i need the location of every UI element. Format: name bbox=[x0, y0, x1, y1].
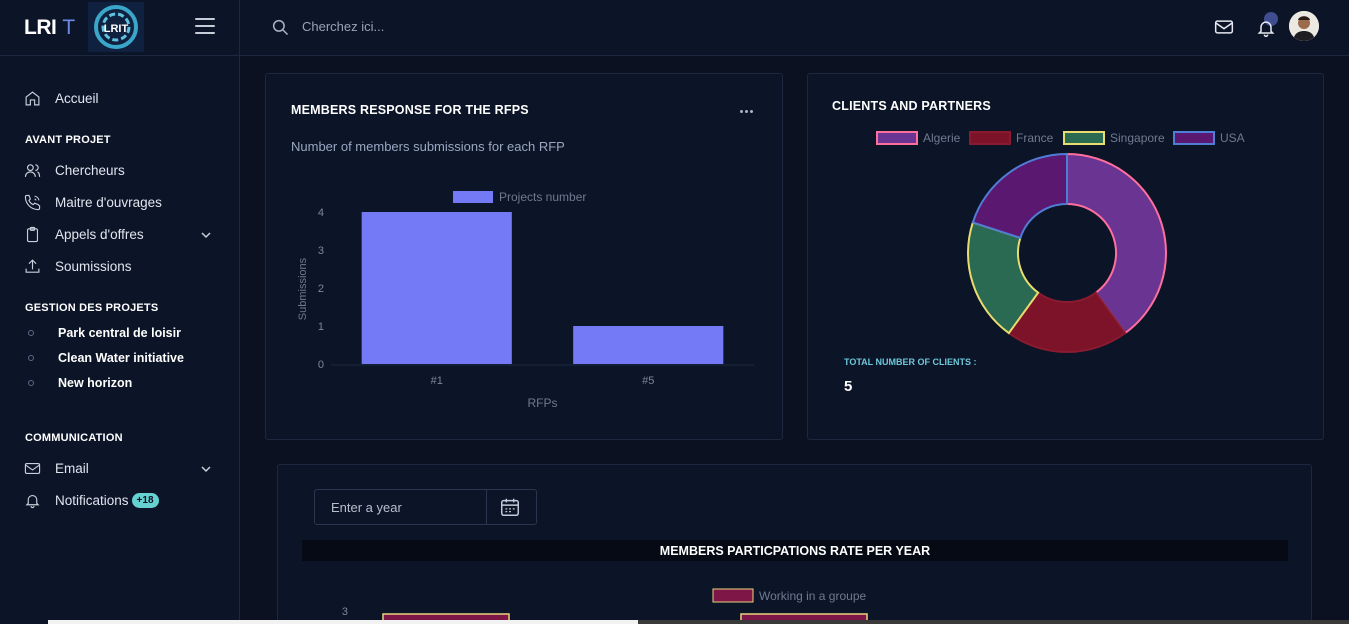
sidebar-item-email[interactable]: Email bbox=[24, 456, 89, 480]
menu-toggle-icon[interactable] bbox=[195, 18, 215, 34]
sidebar-project-item[interactable]: Park central de loisir bbox=[28, 323, 181, 343]
brand[interactable]: LRI T LRIT bbox=[0, 0, 239, 56]
brand-logo-text: LRIT bbox=[104, 23, 129, 35]
legend-swatch bbox=[876, 131, 918, 145]
avatar-image bbox=[1289, 11, 1319, 41]
year-picker bbox=[314, 489, 537, 525]
rfp-bar-chart: Projects number 0 1 2 3 4 Submissions #1 #5 RFPs bbox=[297, 190, 754, 410]
y-tick-label: 0 bbox=[318, 359, 324, 371]
x-axis-label: RFPs bbox=[528, 396, 558, 410]
project-label: Park central de loisir bbox=[58, 326, 181, 340]
brand-letter: T bbox=[62, 15, 76, 39]
horizontal-scrollbar[interactable] bbox=[48, 620, 1349, 624]
brand-logo-icon: LRIT bbox=[88, 2, 144, 52]
sidebar-project-item[interactable]: Clean Water initiative bbox=[28, 348, 184, 368]
sidebar-item-label: Email bbox=[55, 460, 89, 476]
category-avant-projet: AVANT PROJET bbox=[25, 134, 111, 146]
legend-label: Algerie bbox=[923, 131, 961, 145]
legend-label: Projects number bbox=[499, 190, 586, 204]
upload-icon bbox=[25, 258, 40, 273]
sidebar-item-notifications[interactable]: Notifications +18 bbox=[24, 488, 159, 512]
sidebar: LRI T LRIT Accueil AVANT PROJET Chercheu… bbox=[0, 0, 240, 624]
legend-label: USA bbox=[1220, 131, 1245, 145]
legend-label: Singapore bbox=[1110, 131, 1165, 145]
chevron-down-icon[interactable] bbox=[201, 464, 211, 474]
user-avatar[interactable] bbox=[1289, 11, 1319, 41]
clients-donut-chart: Algerie France Singapore USA bbox=[876, 131, 1245, 353]
sidebar-item-label: Notifications bbox=[55, 492, 129, 508]
sidebar-item-soumissions[interactable]: Soumissions bbox=[24, 254, 132, 278]
bell-icon bbox=[1257, 21, 1275, 38]
participation-bar-chart: Working in a groupe 3 bbox=[342, 588, 868, 624]
sidebar-item-label: Accueil bbox=[55, 90, 99, 106]
legend-swatch bbox=[1063, 131, 1105, 145]
mail-icon[interactable] bbox=[1214, 17, 1234, 37]
more-options-icon[interactable] bbox=[740, 100, 756, 113]
card-title: MEMBERS RESPONSE FOR THE RFPS bbox=[291, 103, 529, 117]
y-tick-label: 4 bbox=[318, 207, 324, 219]
search-input[interactable] bbox=[302, 13, 602, 39]
mail-icon bbox=[24, 462, 41, 474]
users-icon bbox=[24, 163, 41, 177]
sidebar-item-appels[interactable]: Appels d'offres bbox=[24, 222, 144, 246]
search-icon[interactable] bbox=[271, 18, 289, 36]
total-clients-label: TOTAL NUMBER OF CLIENTS : bbox=[844, 357, 977, 367]
clipboard-icon bbox=[26, 226, 39, 242]
card-title: CLIENTS AND PARTNERS bbox=[832, 99, 991, 113]
clients-partners-card: CLIENTS AND PARTNERS Algerie France Singap… bbox=[807, 73, 1324, 440]
sidebar-item-chercheurs[interactable]: Chercheurs bbox=[24, 158, 125, 182]
x-tick-label: #1 bbox=[431, 375, 443, 387]
legend-swatch bbox=[453, 191, 493, 203]
participation-rate-card: MEMBERS PARTICPATIONS RATE PER YEAR Work… bbox=[277, 464, 1312, 624]
project-label: Clean Water initiative bbox=[58, 351, 184, 365]
bell-icon bbox=[25, 494, 40, 508]
bullet-icon bbox=[28, 380, 34, 386]
notifications-badge: +18 bbox=[131, 492, 159, 508]
year-input[interactable] bbox=[315, 490, 487, 524]
y-axis-label: Submissions bbox=[297, 257, 309, 320]
legend-label: France bbox=[1016, 131, 1054, 145]
members-response-card: MEMBERS RESPONSE FOR THE RFPS Number of … bbox=[265, 73, 783, 440]
rate-chart-title: MEMBERS PARTICPATIONS RATE PER YEAR bbox=[302, 540, 1288, 561]
sidebar-item-label: Maitre d'ouvrages bbox=[55, 194, 162, 210]
phone-call-icon bbox=[24, 194, 41, 210]
y-tick-label: 1 bbox=[318, 321, 324, 333]
project-label: New horizon bbox=[58, 376, 133, 390]
calendar-icon[interactable] bbox=[499, 496, 521, 518]
y-tick-label: 3 bbox=[318, 245, 324, 257]
bar bbox=[573, 326, 724, 364]
x-tick-label: #5 bbox=[642, 375, 654, 387]
bar bbox=[361, 212, 512, 364]
category-communication: COMMUNICATION bbox=[25, 432, 123, 444]
legend-swatch bbox=[1173, 131, 1215, 145]
sidebar-item-label: Soumissions bbox=[55, 258, 132, 274]
home-icon bbox=[25, 90, 40, 105]
bullet-icon bbox=[28, 355, 34, 361]
sidebar-item-maitre[interactable]: Maitre d'ouvrages bbox=[24, 190, 162, 214]
category-gestion-projets: GESTION DES PROJETS bbox=[25, 302, 159, 314]
chevron-down-icon[interactable] bbox=[201, 230, 211, 240]
brand-name: LRI bbox=[24, 15, 57, 39]
legend-label: Working in a groupe bbox=[759, 589, 867, 603]
topbar bbox=[240, 0, 1349, 56]
donut-slice bbox=[971, 152, 1068, 240]
sidebar-item-home[interactable]: Accueil bbox=[24, 86, 99, 110]
notifications-button[interactable] bbox=[1254, 12, 1280, 38]
y-tick-label: 3 bbox=[342, 606, 348, 618]
bullet-icon bbox=[28, 330, 34, 336]
sidebar-project-item[interactable]: New horizon bbox=[28, 373, 132, 393]
card-subtitle: Number of members submissions for each R… bbox=[291, 139, 565, 154]
total-clients-value: 5 bbox=[844, 378, 853, 395]
y-tick-label: 2 bbox=[318, 283, 324, 295]
legend-swatch bbox=[712, 588, 754, 603]
sidebar-item-label: Appels d'offres bbox=[55, 226, 144, 242]
legend-swatch bbox=[969, 131, 1011, 145]
sidebar-item-label: Chercheurs bbox=[55, 162, 125, 178]
